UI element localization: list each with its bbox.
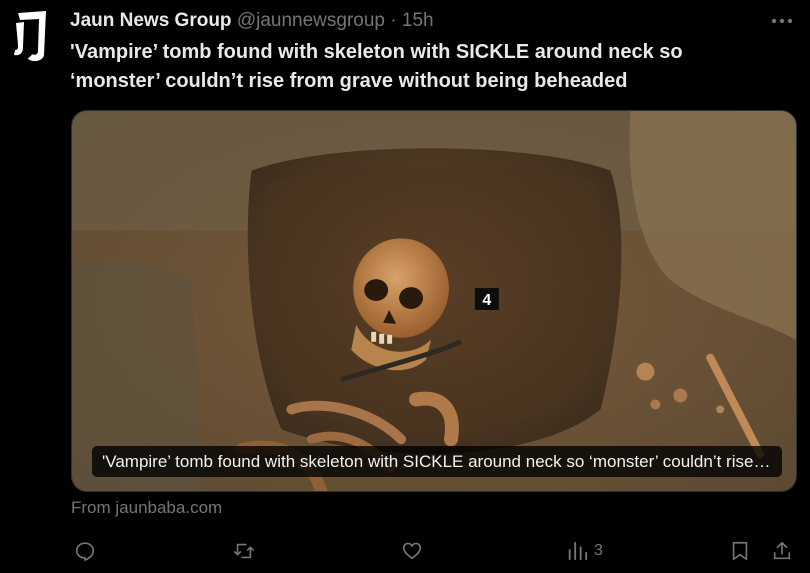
retweet-icon xyxy=(234,543,254,559)
share-icon xyxy=(773,541,791,560)
jaun-logo-icon xyxy=(10,7,54,63)
reply-button[interactable] xyxy=(74,536,96,566)
views-count: 3 xyxy=(594,542,603,559)
action-bar: 3 xyxy=(0,536,810,566)
views-button[interactable]: 3 xyxy=(566,536,603,566)
author-name[interactable]: Jaun News Group xyxy=(70,10,232,31)
share-button[interactable] xyxy=(771,536,793,566)
heart-icon xyxy=(402,542,422,560)
separator-dot: · xyxy=(390,10,397,31)
bookmark-button[interactable] xyxy=(729,536,751,566)
views-icon xyxy=(568,541,588,561)
card-image: 4 xyxy=(72,111,796,491)
card-caption[interactable]: 'Vampire’ tomb found with skeleton with … xyxy=(92,446,782,477)
tweet-header: Jaun News Group @jaunnewsgroup · 15h xyxy=(70,9,750,33)
link-card[interactable]: 4 'Vampire’ tomb found with skeleton wit… xyxy=(71,110,797,492)
like-button[interactable] xyxy=(400,536,424,566)
more-button[interactable] xyxy=(768,10,796,32)
retweet-button[interactable] xyxy=(232,536,256,566)
timestamp[interactable]: 15h xyxy=(402,10,434,31)
marker-label: 4 xyxy=(482,292,491,309)
avatar[interactable] xyxy=(10,7,54,63)
reply-icon xyxy=(75,542,95,561)
source-link[interactable]: From jaunbaba.com xyxy=(71,497,222,519)
bookmark-icon xyxy=(732,541,748,561)
author-handle[interactable]: @jaunnewsgroup xyxy=(237,10,385,31)
tweet-text: 'Vampire’ tomb found with skeleton with … xyxy=(70,41,683,92)
more-horizontal-icon xyxy=(771,18,793,24)
